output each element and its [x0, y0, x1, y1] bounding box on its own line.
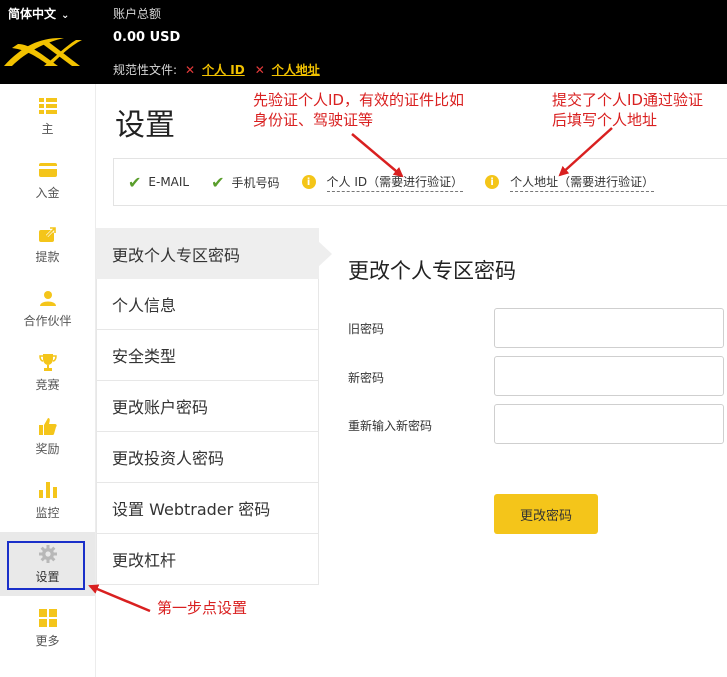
- home-list-icon: [38, 96, 58, 116]
- sidebar-item-label: 提款: [35, 250, 60, 264]
- annotation-verify-address: 提交了个人ID通过验证 后填写个人地址: [552, 91, 703, 129]
- new-password-label: 新密码: [348, 371, 385, 385]
- account-total-label: 账户总额: [113, 7, 162, 21]
- sidebar-item-label: 监控: [35, 506, 60, 520]
- thumbs-up-icon: [38, 416, 58, 436]
- verify-label: E-MAIL: [148, 175, 190, 189]
- missing-icon: ✕: [254, 62, 265, 77]
- page-title: 设置: [115, 108, 175, 143]
- withdraw-icon: [38, 224, 58, 244]
- compliance-docs: 规范性文件: ✕ 个人 ID ✕ 个人地址: [113, 61, 320, 78]
- sidebar-item-home[interactable]: 主: [0, 84, 95, 148]
- sidebar-item-label: 合作伙伴: [23, 314, 72, 328]
- verify-item-phone: ✔ 手机号码: [211, 173, 279, 192]
- trophy-icon: [38, 352, 58, 372]
- info-icon: i: [301, 175, 316, 189]
- grid-icon: [38, 608, 58, 628]
- brand-logo[interactable]: [0, 30, 84, 76]
- info-icon: i: [485, 175, 500, 189]
- compliance-label: 规范性文件:: [113, 63, 178, 77]
- sidebar-item-more[interactable]: 更多: [0, 596, 95, 660]
- sidebar-item-label: 竞赛: [35, 378, 60, 392]
- sidebar-item-monitor[interactable]: 监控: [0, 468, 95, 532]
- sidebar-item-withdraw[interactable]: 提款: [0, 212, 95, 276]
- sidebar-item-label: 奖励: [35, 442, 60, 456]
- card-icon: [38, 160, 58, 180]
- settings-menu: 更改个人专区密码 个人信息 安全类型 更改账户密码 更改投资人密码 设置 Web…: [96, 228, 332, 585]
- chevron-down-icon: ⌄: [61, 10, 70, 21]
- sidebar-item-deposit[interactable]: 入金: [0, 148, 95, 212]
- menu-item-change-leverage[interactable]: 更改杠杆: [96, 534, 319, 585]
- user-icon: [38, 288, 58, 308]
- compliance-link-address[interactable]: 个人地址: [272, 61, 320, 78]
- verify-item-address[interactable]: i 个人地址（需要进行验证）: [485, 173, 655, 192]
- menu-item-change-cabinet-password[interactable]: 更改个人专区密码: [96, 228, 332, 279]
- language-label: 简体中文: [8, 7, 57, 21]
- annotation-verify-id: 先验证个人ID，有效的证件比如 身份证、驾驶证等: [253, 91, 464, 129]
- check-icon: ✔: [128, 172, 142, 192]
- arrow-to-settings: [88, 584, 151, 613]
- form-title: 更改个人专区密码: [348, 259, 516, 283]
- menu-item-personal-info[interactable]: 个人信息: [96, 279, 319, 330]
- verification-status-bar: ✔ E-MAIL ✔ 手机号码 i 个人 ID（需要进行验证） i 个人地址（需…: [113, 158, 727, 206]
- menu-item-change-account-password[interactable]: 更改账户密码: [96, 381, 319, 432]
- annotation-highlight-box: [7, 541, 85, 590]
- check-icon: ✔: [211, 172, 225, 192]
- change-password-button[interactable]: 更改密码: [494, 494, 598, 534]
- sidebar-item-contest[interactable]: 竞赛: [0, 340, 95, 404]
- confirm-password-input[interactable]: [494, 404, 724, 444]
- new-password-input[interactable]: [494, 356, 724, 396]
- old-password-label: 旧密码: [348, 322, 385, 336]
- verify-link-address[interactable]: 个人地址（需要进行验证）: [510, 173, 655, 192]
- sidebar-item-label: 入金: [35, 186, 60, 200]
- account-total-value: 0.00 USD: [113, 30, 181, 45]
- sidebar-item-label: 更多: [35, 634, 60, 648]
- confirm-password-label: 重新输入新密码: [348, 419, 433, 433]
- brand-logo-icon: [4, 38, 82, 66]
- annotation-step-one: 第一步点设置: [157, 599, 248, 617]
- menu-item-security-type[interactable]: 安全类型: [96, 330, 319, 381]
- bar-chart-icon: [38, 480, 58, 500]
- verify-link-id[interactable]: 个人 ID（需要进行验证）: [326, 173, 464, 192]
- sidebar-item-label: 主: [41, 122, 54, 136]
- sidebar-item-partner[interactable]: 合作伙伴: [0, 276, 95, 340]
- verify-item-id[interactable]: i 个人 ID（需要进行验证）: [301, 173, 464, 192]
- sidebar-item-rewards[interactable]: 奖励: [0, 404, 95, 468]
- menu-item-change-investor-password[interactable]: 更改投资人密码: [96, 432, 319, 483]
- verify-item-email: ✔ E-MAIL: [128, 173, 189, 192]
- language-selector[interactable]: 简体中文 ⌄: [8, 5, 69, 22]
- compliance-link-id[interactable]: 个人 ID: [202, 61, 245, 78]
- old-password-input[interactable]: [494, 308, 724, 348]
- missing-icon: ✕: [185, 62, 196, 77]
- menu-item-webtrader-password[interactable]: 设置 Webtrader 密码: [96, 483, 319, 534]
- verify-label: 手机号码: [231, 175, 280, 190]
- top-bar: 简体中文 ⌄ 账户总额 0.00 USD 规范性文件: ✕ 个人 ID ✕ 个人地…: [0, 0, 727, 84]
